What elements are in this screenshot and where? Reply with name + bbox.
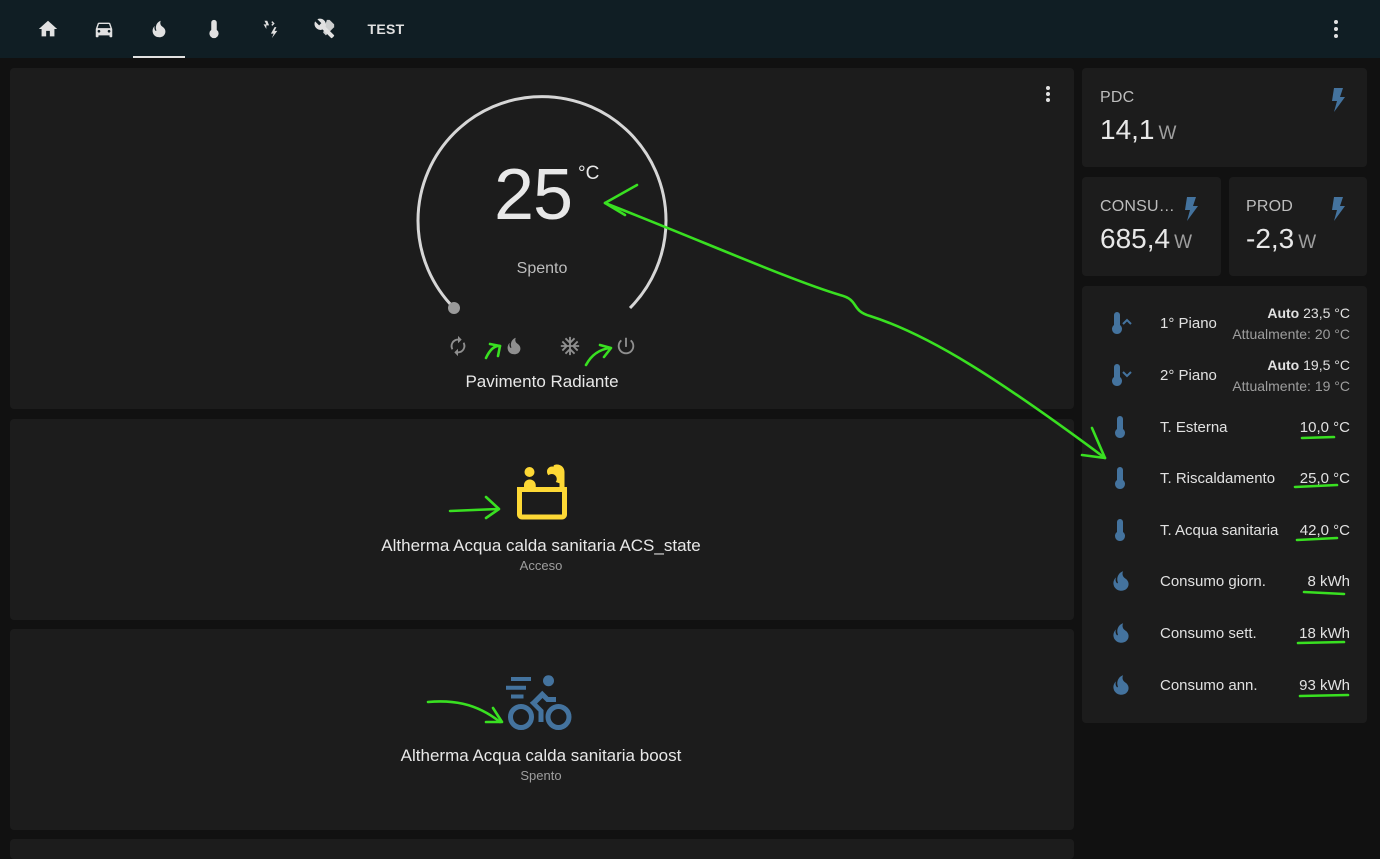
- list-item-value: 8 kWh: [1307, 573, 1350, 590]
- thermostat-name: Pavimento Radiante: [465, 372, 619, 391]
- current-temperature: 25: [494, 155, 573, 235]
- dial-handle: [448, 302, 460, 314]
- weather-lightning-icon: [263, 20, 278, 39]
- flash-icon: [1330, 88, 1346, 112]
- tab-test-label: TEST: [367, 21, 405, 37]
- pdc-label: PDC: [1100, 89, 1135, 106]
- mode-off-button[interactable]: [614, 334, 638, 358]
- mode-heat-button[interactable]: [502, 334, 526, 358]
- next-card: [10, 839, 1074, 859]
- list-item-value: 10,0 °C: [1299, 419, 1350, 436]
- tab-home[interactable]: [28, 0, 68, 58]
- list-item-name: T. Acqua sanitaria: [1160, 522, 1279, 539]
- list-item-piano2[interactable]: 2° Piano Auto 19,5 °C Attualmente: 19 °C: [1082, 350, 1366, 402]
- power-off-icon: [617, 337, 635, 355]
- acs-boost-name: Altherma Acqua calda sanitaria boost: [400, 746, 682, 765]
- prod-value: -2,3 W: [1246, 223, 1317, 254]
- tab-car[interactable]: [84, 0, 124, 58]
- list-item-target: Auto 19,5 °C: [1267, 357, 1350, 373]
- mode-cool-button[interactable]: [558, 334, 582, 358]
- list-item-name: Consumo giorn.: [1160, 573, 1266, 590]
- list-item-t-acqua[interactable]: T. Acqua sanitaria 42,0 °C: [1082, 505, 1366, 557]
- acs-state-name: Altherma Acqua calda sanitaria ACS_state: [381, 536, 701, 555]
- thermostat-down-icon: [1108, 362, 1134, 388]
- list-item-current: Attualmente: 20 °C: [1232, 326, 1350, 342]
- list-item-piano1[interactable]: 1° Piano Auto 23,5 °C Attualmente: 20 °C: [1082, 298, 1366, 350]
- tab-heating[interactable]: [133, 0, 185, 58]
- list-item-consumo-ann[interactable]: Consumo ann. 93 kWh: [1082, 660, 1366, 712]
- list-item-value: 93 kWh: [1299, 677, 1350, 694]
- heat-fire-icon: [507, 337, 521, 355]
- home-icon: [38, 20, 58, 37]
- temperature-unit: °C: [578, 163, 600, 184]
- list-item-value: 18 kWh: [1299, 625, 1350, 642]
- mode-auto-button[interactable]: [446, 334, 470, 358]
- list-item-name: Consumo sett.: [1160, 625, 1257, 642]
- list-item-name: 1° Piano: [1160, 315, 1217, 332]
- list-item-t-riscaldamento[interactable]: T. Riscaldamento 25,0 °C: [1082, 453, 1366, 505]
- tools-icon: [314, 18, 335, 39]
- fire-icon: [152, 20, 166, 38]
- tab-tools[interactable]: [306, 0, 344, 58]
- flash-icon: [1183, 197, 1199, 221]
- thermometer-icon: [1108, 414, 1134, 440]
- thermometer-icon: [209, 19, 219, 39]
- pdc-value: 14,1 W: [1100, 114, 1177, 145]
- list-item-name: 2° Piano: [1160, 367, 1217, 384]
- list-item-value: 42,0 °C: [1299, 522, 1350, 539]
- car-icon: [95, 22, 113, 38]
- thermostat-up-icon: [1108, 310, 1134, 336]
- list-item-name: T. Esterna: [1160, 419, 1228, 436]
- top-toolbar: TEST: [0, 0, 1380, 58]
- list-item-consumo-giorn[interactable]: Consumo giorn. 8 kWh: [1082, 556, 1366, 608]
- acs-state-value: Acceso: [519, 558, 563, 573]
- tab-temperature[interactable]: [196, 0, 232, 58]
- hot-tub-icon: [517, 464, 567, 520]
- acs-boost-value: Spento: [520, 768, 562, 783]
- list-item-t-esterna[interactable]: T. Esterna 10,0 °C: [1082, 402, 1366, 454]
- list-item-consumo-sett[interactable]: Consumo sett. 18 kWh: [1082, 608, 1366, 660]
- flash-icon: [1330, 197, 1346, 221]
- tab-test[interactable]: TEST: [360, 0, 412, 58]
- fire-icon: [1108, 672, 1134, 698]
- thermostat-more-icon[interactable]: [1040, 85, 1056, 103]
- fire-icon: [1108, 568, 1134, 594]
- list-item-value: 25,0 °C: [1299, 470, 1350, 487]
- list-item-name: Consumo ann.: [1160, 677, 1258, 694]
- list-item-current: Attualmente: 19 °C: [1232, 378, 1350, 394]
- hvac-state: Spento: [516, 260, 568, 277]
- fire-icon: [1108, 620, 1134, 646]
- tab-weather[interactable]: [252, 0, 288, 58]
- overflow-menu-icon[interactable]: [1326, 19, 1346, 39]
- consumo-label: CONSU…: [1100, 198, 1175, 215]
- prod-label: PROD: [1246, 198, 1294, 215]
- auto-cycle-icon: [450, 335, 466, 357]
- list-item-target: Auto 23,5 °C: [1267, 305, 1350, 321]
- list-item-name: T. Riscaldamento: [1160, 470, 1276, 487]
- thermometer-icon: [1108, 517, 1134, 543]
- cool-snowflake-icon: [560, 336, 580, 356]
- consumo-value: 685,4 W: [1100, 223, 1193, 254]
- bike-fast-icon: [506, 675, 572, 730]
- thermometer-icon: [1108, 465, 1134, 491]
